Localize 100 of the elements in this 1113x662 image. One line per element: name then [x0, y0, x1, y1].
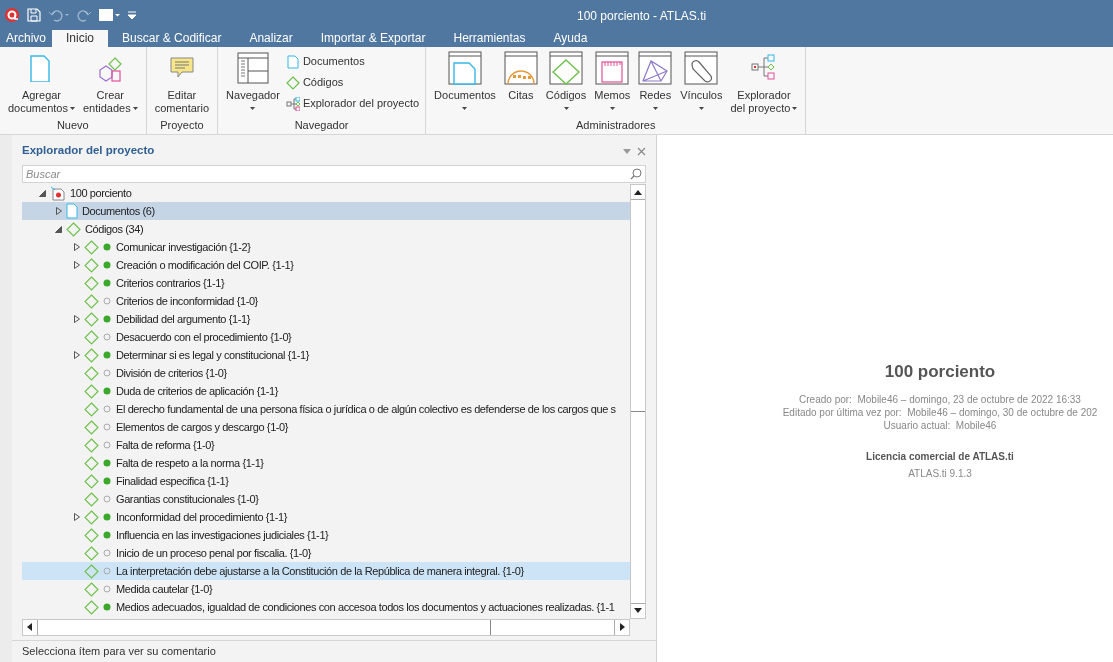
expand-arrow-icon[interactable]: [72, 513, 81, 521]
diamond-icon: [285, 75, 300, 90]
tree-label: Garantias constitucionales {1-0}: [116, 491, 259, 507]
tree-row[interactable]: Inicio de un proceso penal por fiscalia. {1-0}: [22, 544, 630, 562]
expand-arrow-icon[interactable]: [72, 315, 81, 323]
menu-tab[interactable]: Archivo: [0, 30, 52, 47]
save-icon[interactable]: [26, 7, 42, 23]
tree-label: Documentos (6): [82, 203, 155, 219]
tree-row[interactable]: La interpretación debe ajustarse a la Constitución de la República de manera integral. {1-0}: [22, 562, 630, 580]
tree-row[interactable]: Medida cautelar {1-0}: [22, 580, 630, 598]
tree-label: Inicio de un proceso penal por fiscalia. {1-0}: [116, 545, 311, 561]
tree-row[interactable]: Creación o modificación del COIP. {1-1}: [22, 256, 630, 274]
code-icon: [84, 581, 99, 597]
ribbon-button[interactable]: Agregar documentos: [6, 51, 77, 118]
ribbon-button[interactable]: Navegador: [224, 51, 282, 118]
layout-icon[interactable]: [98, 7, 120, 23]
menu-tab[interactable]: Inicio: [52, 30, 109, 47]
license-text: Licencia comercial de ATLAS.ti: [866, 449, 1014, 463]
search-icon[interactable]: [630, 168, 642, 180]
code-icon: [84, 329, 99, 345]
ribbon-button[interactable]: Redes: [636, 51, 675, 118]
caret-icon: [462, 107, 468, 110]
panel-title: Explorador del proyecto: [22, 143, 156, 159]
code-icon: [66, 221, 81, 237]
code-icon: [84, 311, 99, 327]
tree-label: Influencia en las investigaciones judiciales {1-1}: [116, 527, 329, 543]
tree-row[interactable]: Criterios de inconformidad {1-0}: [22, 292, 630, 310]
tree-row[interactable]: Determinar si es legal y constitucional {1-1}: [22, 346, 630, 364]
tree-row[interactable]: Medios adecuados, igualdad de condiciones con accesoa todos los documentos y actuaciones realizadas. {1-1: [22, 598, 630, 616]
ribbon-button[interactable]: Citas: [501, 51, 540, 118]
document-icon: [66, 203, 78, 219]
ribbon-button[interactable]: Documentos: [285, 52, 420, 71]
close-icon[interactable]: [637, 146, 646, 156]
collapse-arrow-icon[interactable]: [38, 189, 47, 197]
tree-row[interactable]: Finalidad especifica {1-1}: [22, 472, 630, 490]
ribbon-button[interactable]: Explorador del proyecto: [728, 51, 800, 118]
ribbon-button[interactable]: Editar comentario: [152, 51, 212, 118]
tree-label: La interpretación debe ajustarse a la Constitución de la República de manera integral. {1-0}: [116, 563, 524, 579]
ribbon-button[interactable]: Crear entidades: [80, 51, 140, 118]
tree-icon: [285, 96, 300, 111]
code-icon: [84, 437, 99, 453]
ribbon-button[interactable]: Códigos: [543, 51, 589, 118]
tree-label: Falta de respeto a la norma {1-1}: [116, 455, 264, 471]
menu-tab[interactable]: Herramientas: [439, 30, 540, 47]
tree-label: Criterios contrarios {1-1}: [116, 275, 225, 291]
tree-row[interactable]: Inconformidad del procedimiento {1-1}: [22, 508, 630, 526]
ribbon-button[interactable]: Vínculos: [678, 51, 725, 118]
tree-label: Medios adecuados, igualdad de condiciones con accesoa todos los documentos y actuaciones realizadas. {1-1: [116, 599, 615, 615]
vertical-scrollbar[interactable]: [630, 184, 646, 619]
tree-label: Falta de reforma {1-0}: [116, 437, 215, 453]
project-title: 100 porciento: [884, 361, 996, 383]
tree-row[interactable]: Influencia en las investigaciones judiciales {1-1}: [22, 526, 630, 544]
quote-window-icon: [503, 51, 538, 85]
tree-label: Comunicar investigación {1-2}: [116, 239, 251, 255]
code-icon: [84, 239, 99, 255]
caret-icon: [250, 107, 256, 110]
ribbon-button[interactable]: Explorador del proyecto: [285, 94, 420, 113]
tree-row[interactable]: Documentos (6): [22, 202, 630, 220]
tree-row[interactable]: Falta de respeto a la norma {1-1}: [22, 454, 630, 472]
expand-arrow-icon[interactable]: [72, 261, 81, 269]
tree-row[interactable]: Desacuerdo con el procedimiento {1-0}: [22, 328, 630, 346]
expand-arrow-icon[interactable]: [54, 207, 63, 215]
current-user-info: Usuario actual: Mobile46: [883, 418, 997, 432]
tree-row[interactable]: Elementos de cargos y descargo {1-0}: [22, 418, 630, 436]
tree-row[interactable]: Falta de reforma {1-0}: [22, 436, 630, 454]
tree-row[interactable]: El derecho fundamental de una persona física o jurídica o de algún colectivo es defenderse de los cargos que s: [22, 400, 630, 418]
tree-row[interactable]: Debilidad del argumento {1-1}: [22, 310, 630, 328]
ribbon-button[interactable]: Códigos: [285, 73, 420, 92]
tree-row[interactable]: División de criterios {1-0}: [22, 364, 630, 382]
group-label: Nuevo: [56, 118, 89, 133]
caret-icon: [652, 107, 658, 110]
code-icon: [84, 509, 99, 525]
caret-icon: [609, 107, 615, 110]
code-icon: [84, 599, 99, 615]
tree-label: Medida cautelar {1-0}: [116, 581, 213, 597]
expand-arrow-icon[interactable]: [72, 243, 81, 251]
collapse-arrow-icon[interactable]: [54, 225, 63, 233]
tree-label: División de criterios {1-0}: [116, 365, 227, 381]
menu-tab[interactable]: Ayuda: [539, 30, 602, 47]
tree-label: Criterios de inconformidad {1-0}: [116, 293, 258, 309]
tree-row[interactable]: Comunicar investigación {1-2}: [22, 238, 630, 256]
tree-row[interactable]: Duda de criterios de aplicación {1-1}: [22, 382, 630, 400]
ribbon-button[interactable]: Memos: [592, 51, 633, 118]
code-icon: [84, 347, 99, 363]
dropdown-icon[interactable]: [623, 148, 631, 154]
horizontal-scrollbar[interactable]: [22, 619, 630, 636]
ribbon-button[interactable]: Documentos: [432, 51, 498, 118]
tree-row[interactable]: Garantias constitucionales {1-0}: [22, 490, 630, 508]
tree-row[interactable]: 100 porciento: [22, 184, 630, 202]
menu-tab[interactable]: Importar & Exportar: [306, 30, 440, 47]
tree-label: 100 porciento: [70, 185, 132, 201]
expand-arrow-icon[interactable]: [72, 351, 81, 359]
code-icon: [84, 563, 99, 579]
tree-row[interactable]: Códigos (34): [22, 220, 630, 238]
app-logo-icon: [4, 7, 20, 23]
search-field[interactable]: Buscar: [22, 165, 646, 183]
tree-row[interactable]: Criterios contrarios {1-1}: [22, 274, 630, 292]
menu-tab[interactable]: Buscar & Codificar: [108, 30, 236, 47]
menu-tab[interactable]: Analizar: [235, 30, 307, 47]
document-window-icon: [447, 51, 482, 85]
